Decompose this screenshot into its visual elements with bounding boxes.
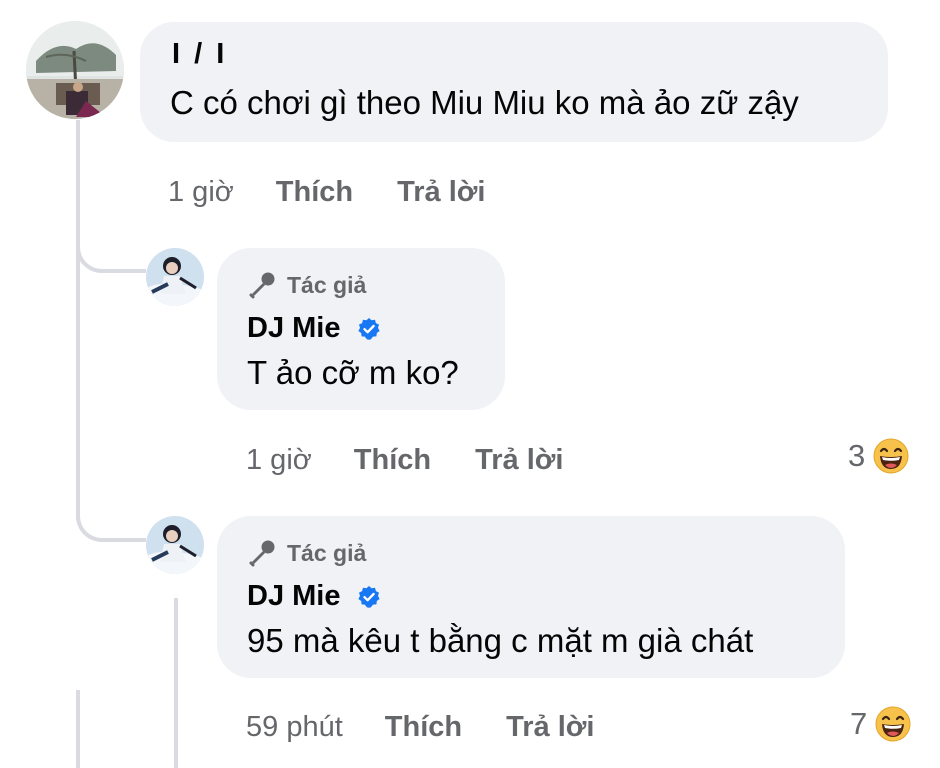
reaction-summary[interactable]: 3 — [848, 438, 909, 474]
microphone-icon — [249, 272, 275, 299]
comment-author-name[interactable]: I / I — [172, 38, 227, 71]
reply-timestamp[interactable]: 1 giờ — [246, 444, 312, 477]
author-badge: Tác giả — [247, 270, 366, 300]
comment-thread: I / I C có chơi gì theo Miu Miu ko mà ảo… — [0, 0, 940, 768]
author-badge-label: Tác giả — [287, 539, 367, 566]
comment-timestamp[interactable]: 1 giờ — [168, 176, 234, 209]
reply-timestamp[interactable]: 59 phút — [246, 711, 343, 744]
reaction-count: 7 — [850, 706, 868, 741]
avatar-landscape-image — [26, 21, 124, 119]
thread-line-bottom — [76, 690, 80, 768]
avatar[interactable] — [146, 516, 204, 574]
reply-actions: 59 phút Thích Trả lời — [246, 711, 638, 744]
thread-line-reply — [174, 598, 178, 768]
reply-bubble[interactable]: Tác giả DJ Mie T ảo cỡ m ko? — [217, 248, 505, 410]
reply-button[interactable]: Trả lời — [475, 444, 563, 477]
author-badge: Tác giả — [247, 538, 366, 568]
thread-connector-1 — [76, 225, 146, 273]
avatar[interactable] — [26, 21, 124, 119]
like-button[interactable]: Thích — [354, 444, 431, 477]
reply-button[interactable]: Trả lời — [506, 711, 594, 744]
like-button[interactable]: Thích — [385, 711, 462, 744]
reply-text: 95 mà kêu t bằng c mặt m già chát — [247, 622, 754, 659]
reaction-summary[interactable]: 7 — [850, 706, 911, 742]
thread-connector-2 — [76, 490, 146, 542]
reply-actions: 1 giờ Thích Trả lời — [246, 444, 607, 477]
comment-bubble[interactable]: I / I C có chơi gì theo Miu Miu ko mà ảo… — [140, 22, 888, 142]
verified-badge-icon — [357, 586, 380, 609]
reply-button[interactable]: Trả lời — [397, 176, 485, 209]
reply-author-name: DJ Mie — [247, 580, 381, 613]
reply-author-link[interactable]: DJ Mie — [247, 312, 340, 344]
reply-bubble[interactable]: Tác giả DJ Mie 95 mà kêu t bằng c mặt m … — [217, 516, 845, 678]
haha-emoji-icon — [873, 438, 909, 474]
like-button[interactable]: Thích — [276, 176, 353, 209]
reply-text: T ảo cỡ m ko? — [247, 354, 459, 391]
haha-emoji-icon — [875, 706, 911, 742]
thread-line-main — [76, 120, 80, 520]
avatar-dj-image — [146, 248, 204, 306]
comment-text: C có chơi gì theo Miu Miu ko mà ảo zữ zậ… — [170, 84, 799, 121]
comment-actions: 1 giờ Thích Trả lời — [168, 176, 529, 209]
reply-author-link[interactable]: DJ Mie — [247, 580, 340, 612]
microphone-icon — [249, 540, 275, 567]
reaction-count: 3 — [848, 438, 866, 473]
avatar-dj-image — [146, 516, 204, 574]
reply-author-name: DJ Mie — [247, 312, 381, 345]
author-badge-label: Tác giả — [287, 271, 367, 298]
verified-badge-icon — [357, 318, 380, 341]
avatar[interactable] — [146, 248, 204, 306]
